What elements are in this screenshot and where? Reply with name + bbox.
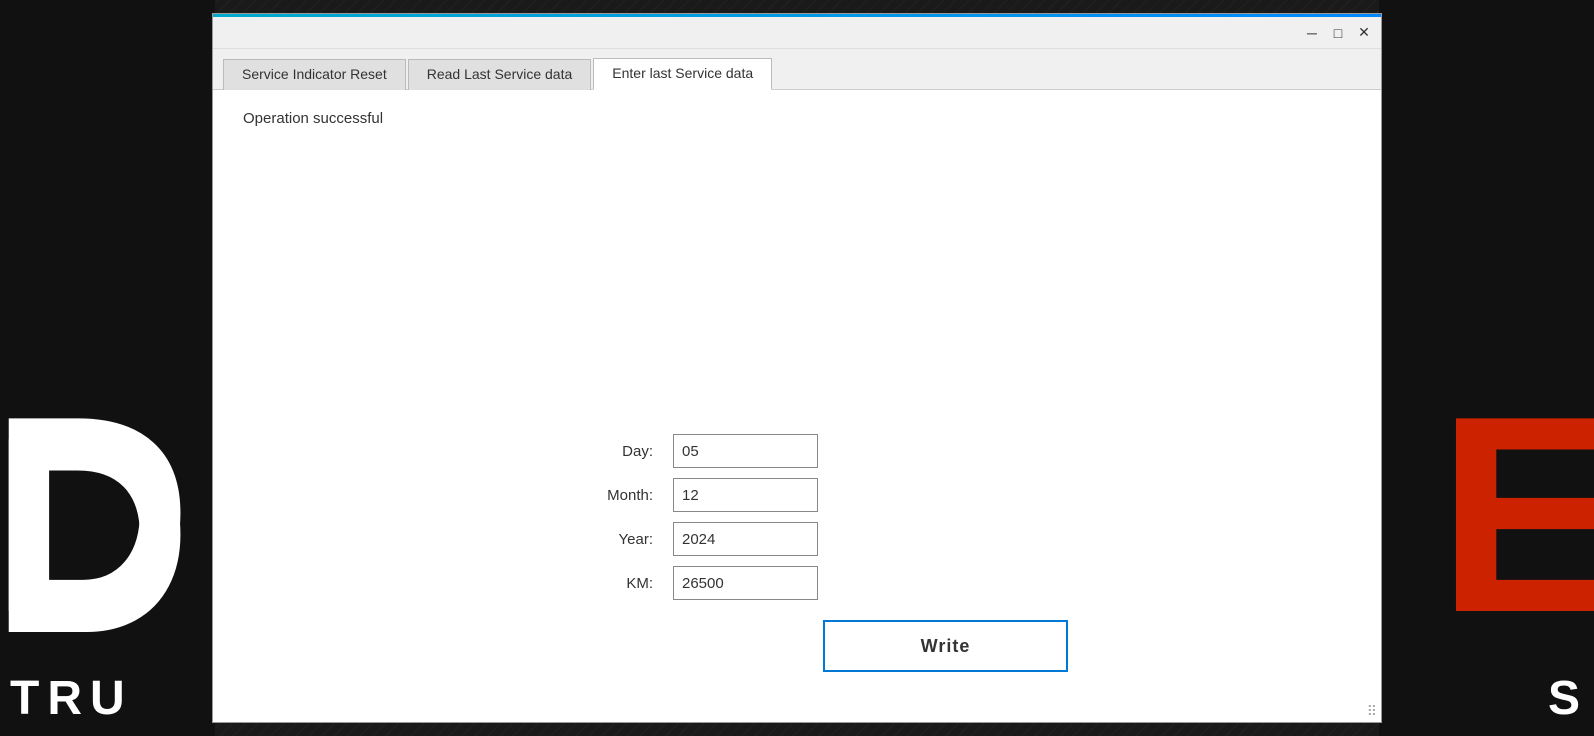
window-controls: ─ □ ✕ [1303,24,1373,42]
month-label: Month: [243,487,673,504]
year-row: Year: [243,522,1351,556]
year-label: Year: [243,531,673,548]
year-input[interactable] [673,522,818,556]
km-input[interactable] [673,566,818,600]
bg-letter-d: D [0,396,192,676]
form-area: Day: Month: Year: KM: Write [243,147,1351,702]
write-button[interactable]: Write [823,620,1068,672]
close-button[interactable]: ✕ [1355,24,1373,42]
maximize-button[interactable]: □ [1329,24,1347,42]
tab-service-indicator-reset[interactable]: Service Indicator Reset [223,59,406,90]
bg-right-panel: E S [1379,0,1594,736]
day-row: Day: [243,434,1351,468]
month-row: Month: [243,478,1351,512]
main-window: ─ □ ✕ Service Indicator Reset Read Last … [212,13,1382,723]
tab-read-last-service[interactable]: Read Last Service data [408,59,592,90]
km-row: KM: [243,566,1351,600]
tab-enter-last-service[interactable]: Enter last Service data [593,58,772,90]
tab-bar: Service Indicator Reset Read Last Servic… [213,49,1381,90]
minimize-button[interactable]: ─ [1303,24,1321,42]
content-area: Operation successful Day: Month: Year: K… [213,90,1381,722]
day-input[interactable] [673,434,818,468]
resize-handle[interactable]: ⠿ [1367,704,1377,718]
bg-letter-e: E [1437,355,1594,676]
km-label: KM: [243,575,673,592]
bg-left-panel: D TRU [0,0,215,736]
write-button-area: Write [243,620,1351,672]
status-message: Operation successful [243,110,1351,127]
title-bar: ─ □ ✕ [213,17,1381,49]
bg-left-text: TRU [10,671,133,726]
bg-right-text: S [1548,671,1584,726]
month-input[interactable] [673,478,818,512]
day-label: Day: [243,443,673,460]
